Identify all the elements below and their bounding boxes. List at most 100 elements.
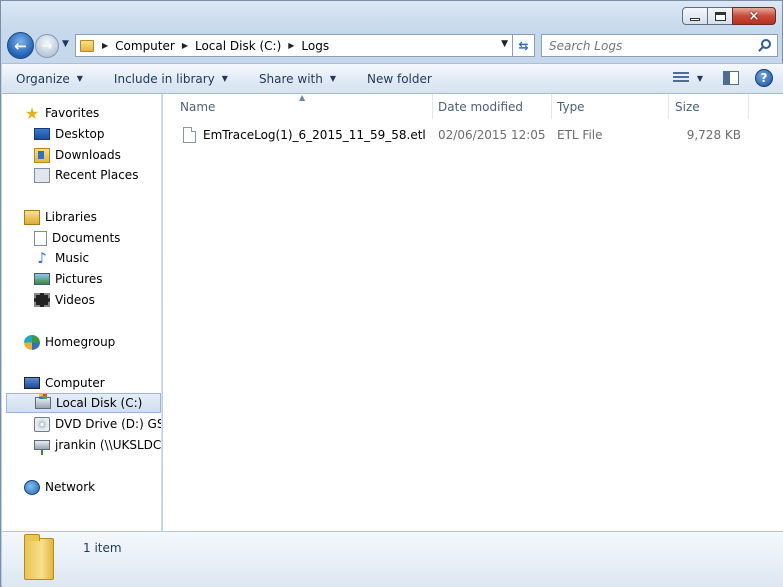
- folder-icon: [80, 39, 94, 52]
- nav-label: Downloads: [55, 148, 121, 162]
- item-count: 1 item: [83, 541, 122, 555]
- desktop-icon: [34, 128, 50, 140]
- views-icon[interactable]: [672, 72, 689, 84]
- nav-label: Videos: [55, 293, 95, 307]
- nav-recent-places[interactable]: Recent Places: [34, 165, 138, 185]
- arrow-right-icon: →: [41, 38, 53, 54]
- nav-label: Favorites: [45, 106, 100, 120]
- new-folder-button[interactable]: New folder: [367, 72, 432, 86]
- share-with-button[interactable]: Share with ▼: [259, 72, 336, 86]
- maximize-icon: [714, 11, 726, 21]
- nav-label: Libraries: [45, 210, 97, 224]
- star-icon: ★: [24, 103, 40, 123]
- search-box[interactable]: [541, 34, 778, 57]
- sort-ascending-icon: ▲: [299, 93, 306, 102]
- nav-label: Documents: [52, 231, 121, 245]
- help-icon[interactable]: ?: [755, 69, 773, 87]
- breadcrumb-computer[interactable]: Computer: [115, 39, 175, 53]
- libraries-icon: [24, 209, 40, 225]
- chevron-down-icon: ▼: [62, 39, 69, 49]
- column-header-type[interactable]: Type: [552, 94, 669, 119]
- recent-pages-dropdown[interactable]: ▼: [62, 39, 69, 49]
- organize-label: Organize: [16, 71, 70, 86]
- chevron-down-icon: ▼: [329, 74, 336, 83]
- nav-videos[interactable]: Videos: [34, 290, 95, 310]
- column-header-name[interactable]: Name ▲: [163, 93, 433, 119]
- computer-icon: [24, 377, 40, 389]
- organize-button[interactable]: Organize ▼: [16, 72, 83, 86]
- minimize-button[interactable]: [682, 7, 708, 25]
- breadcrumb-local-disk[interactable]: Local Disk (C:): [195, 39, 281, 53]
- file-name-cell: EmTraceLog(1)_6_2015_11_59_58.etl: [183, 124, 426, 146]
- chevron-right-icon[interactable]: ▶: [102, 41, 108, 50]
- pictures-icon: [34, 273, 50, 285]
- view-controls: ▼ ?: [672, 69, 773, 87]
- nav-favorites[interactable]: ★ Favorites: [24, 103, 99, 123]
- chevron-down-icon: ▼: [221, 74, 228, 83]
- column-label: Type: [557, 99, 585, 114]
- nav-label: jrankin (\\UKSLDC00: [55, 438, 162, 452]
- nav-local-disk[interactable]: Local Disk (C:): [6, 393, 161, 413]
- nav-label: Computer: [45, 376, 105, 390]
- chevron-down-icon[interactable]: ▼: [697, 74, 703, 83]
- close-icon: ×: [748, 8, 760, 24]
- documents-icon: [34, 230, 47, 246]
- include-in-library-button[interactable]: Include in library ▼: [114, 72, 228, 86]
- column-label: Size: [675, 99, 700, 114]
- nav-desktop[interactable]: Desktop: [34, 124, 105, 144]
- nav-documents[interactable]: Documents: [34, 228, 120, 248]
- nav-dvd-drive[interactable]: DVD Drive (D:) GSP1: [34, 414, 161, 434]
- network-drive-icon: [34, 440, 50, 455]
- explorer-window: × ← → ▼ ▶ Computer ▶ Local Disk (C:) ▶ L…: [0, 0, 783, 587]
- file-icon: [183, 127, 196, 143]
- homegroup-icon: [24, 334, 40, 350]
- column-header-size[interactable]: Size: [669, 94, 749, 119]
- include-in-library-label: Include in library: [113, 71, 215, 86]
- command-bar: Organize ▼ Include in library ▼ Share with…: [2, 63, 783, 94]
- back-button[interactable]: ←: [7, 32, 34, 59]
- nav-label: Recent Places: [55, 168, 139, 182]
- address-dropdown-icon[interactable]: ▼: [501, 39, 508, 49]
- file-name: EmTraceLog(1)_6_2015_11_59_58.etl: [203, 128, 426, 142]
- network-icon: [24, 479, 40, 495]
- navigation-row: ← → ▼ ▶ Computer ▶ Local Disk (C:) ▶ Log…: [7, 32, 778, 59]
- preview-pane-icon[interactable]: [723, 71, 739, 85]
- breadcrumb-logs[interactable]: Logs: [301, 39, 329, 53]
- nav-computer[interactable]: Computer: [24, 373, 105, 393]
- navigation-pane: ★ Favorites Desktop Downloads Recent Plac…: [2, 94, 162, 531]
- forward-button[interactable]: →: [35, 34, 59, 58]
- refresh-icon: ⇆: [518, 38, 529, 53]
- address-bar[interactable]: ▶ Computer ▶ Local Disk (C:) ▶ Logs ▼: [75, 34, 513, 57]
- new-folder-label: New folder: [367, 71, 432, 86]
- nav-pictures[interactable]: Pictures: [34, 269, 103, 289]
- nav-network-drive[interactable]: jrankin (\\UKSLDC00: [34, 435, 162, 455]
- music-icon: ♪: [37, 248, 47, 267]
- nav-label: Local Disk (C:): [56, 396, 143, 410]
- search-icon[interactable]: [761, 39, 771, 49]
- close-button[interactable]: ×: [732, 7, 776, 25]
- details-pane: 1 item: [2, 531, 783, 587]
- file-list: Name ▲ Date modified Type Size EmTraceLog…: [163, 93, 783, 531]
- breadcrumb: ▶ Computer ▶ Local Disk (C:) ▶ Logs: [100, 39, 329, 53]
- nav-network[interactable]: Network: [24, 477, 95, 497]
- column-label: Date modified: [438, 99, 524, 114]
- nav-label: Pictures: [55, 272, 103, 286]
- chevron-right-icon[interactable]: ▶: [182, 41, 188, 50]
- nav-downloads[interactable]: Downloads: [34, 145, 121, 165]
- file-row[interactable]: EmTraceLog(1)_6_2015_11_59_58.etl 02/06/…: [180, 124, 780, 146]
- nav-homegroup[interactable]: Homegroup: [24, 332, 115, 352]
- maximize-button[interactable]: [707, 7, 733, 25]
- file-type-cell: ETL File: [557, 128, 603, 142]
- nav-label: Music: [55, 251, 90, 265]
- search-input[interactable]: [549, 38, 749, 53]
- share-with-label: Share with: [258, 71, 323, 86]
- nav-label: Network: [45, 480, 96, 494]
- column-header-date-modified[interactable]: Date modified: [433, 94, 552, 119]
- nav-music[interactable]: ♪ Music: [34, 248, 89, 268]
- chevron-down-icon: ▼: [76, 74, 83, 83]
- refresh-button[interactable]: ⇆: [513, 34, 535, 57]
- file-size-cell: 9,728 KB: [686, 128, 741, 142]
- column-label: Name: [180, 99, 216, 114]
- chevron-right-icon[interactable]: ▶: [288, 41, 294, 50]
- nav-libraries[interactable]: Libraries: [24, 207, 97, 227]
